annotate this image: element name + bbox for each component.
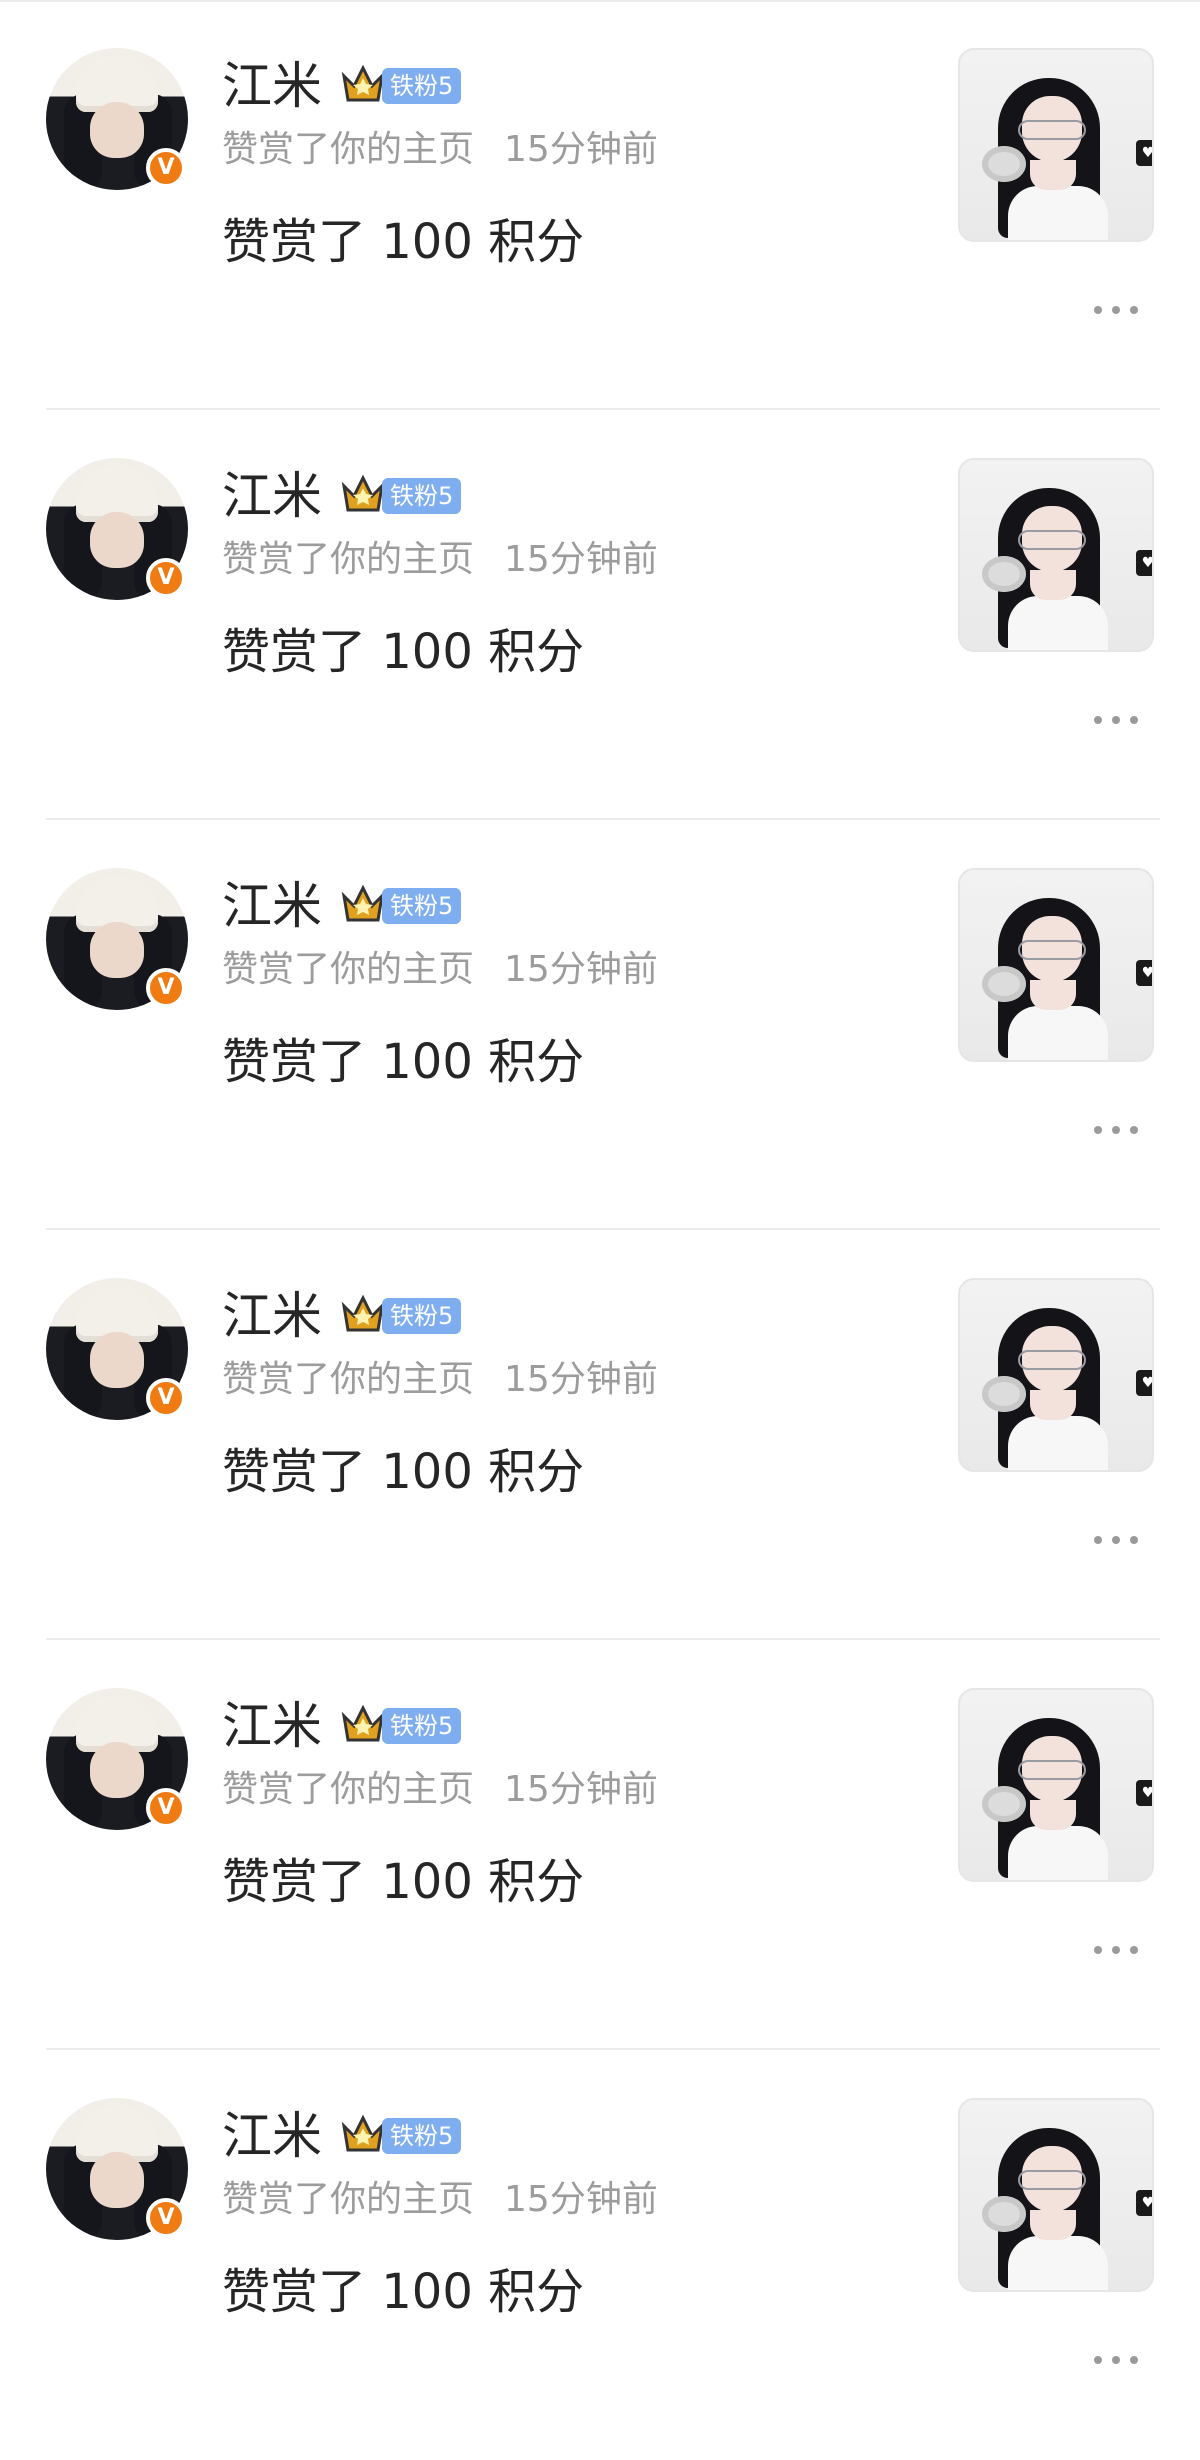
notification-meta: 赞赏了你的主页 15分钟前 bbox=[222, 1768, 658, 1812]
notification-message: 赞赏了 100 积分 bbox=[222, 1034, 585, 1090]
more-options-icon[interactable] bbox=[1092, 1122, 1140, 1138]
timestamp: 15分钟前 bbox=[504, 539, 658, 580]
action-text: 赞赏了你的主页 bbox=[222, 949, 475, 990]
verified-badge-icon: V bbox=[146, 558, 186, 598]
post-thumbnail[interactable]: ♥ bbox=[958, 48, 1154, 242]
timestamp: 15分钟前 bbox=[504, 129, 658, 170]
thumbnail-tag-icon: ♥ bbox=[1136, 960, 1152, 986]
more-options-icon[interactable] bbox=[1092, 302, 1140, 318]
verified-badge-icon: V bbox=[146, 1788, 186, 1828]
more-options-icon[interactable] bbox=[1092, 2352, 1140, 2368]
username[interactable]: 江米 bbox=[222, 56, 322, 116]
timestamp: 15分钟前 bbox=[504, 949, 658, 990]
fan-level-badge: 铁粉5 bbox=[382, 888, 462, 924]
username[interactable]: 江米 bbox=[222, 876, 322, 936]
crown-icon bbox=[341, 474, 385, 512]
verified-badge-icon: V bbox=[146, 2198, 186, 2238]
username[interactable]: 江米 bbox=[222, 1286, 322, 1346]
verified-badge-icon: V bbox=[146, 1378, 186, 1418]
action-text: 赞赏了你的主页 bbox=[222, 539, 475, 580]
verified-badge-icon: V bbox=[146, 968, 186, 1008]
username[interactable]: 江米 bbox=[222, 2106, 322, 2166]
post-thumbnail[interactable]: ♥ bbox=[958, 458, 1154, 652]
timestamp: 15分钟前 bbox=[504, 1359, 658, 1400]
thumbnail-tag-icon: ♥ bbox=[1136, 140, 1152, 166]
crown-icon bbox=[341, 2114, 385, 2152]
post-thumbnail[interactable]: ♥ bbox=[958, 2098, 1154, 2292]
username[interactable]: 江米 bbox=[222, 1696, 322, 1756]
crown-icon bbox=[341, 64, 385, 102]
notification-message: 赞赏了 100 积分 bbox=[222, 214, 585, 270]
fan-level-badge: 铁粉5 bbox=[382, 2118, 462, 2154]
post-thumbnail[interactable]: ♥ bbox=[958, 1688, 1154, 1882]
notification-item[interactable]: V 江米 铁粉5 赞赏了你的主页 15分钟前 赞赏了 100 积分 ♥ bbox=[0, 1230, 1200, 1640]
crown-icon bbox=[341, 884, 385, 922]
thumbnail-tag-icon: ♥ bbox=[1136, 2190, 1152, 2216]
crown-icon bbox=[341, 1704, 385, 1742]
fan-level-badge: 铁粉5 bbox=[382, 478, 462, 514]
notification-message: 赞赏了 100 积分 bbox=[222, 2264, 585, 2320]
timestamp: 15分钟前 bbox=[504, 2179, 658, 2220]
notification-message: 赞赏了 100 积分 bbox=[222, 1854, 585, 1910]
fan-level-badge: 铁粉5 bbox=[382, 1708, 462, 1744]
action-text: 赞赏了你的主页 bbox=[222, 1359, 475, 1400]
notification-meta: 赞赏了你的主页 15分钟前 bbox=[222, 948, 658, 992]
action-text: 赞赏了你的主页 bbox=[222, 129, 475, 170]
more-options-icon[interactable] bbox=[1092, 1532, 1140, 1548]
verified-badge-icon: V bbox=[146, 148, 186, 188]
thumbnail-tag-icon: ♥ bbox=[1136, 1370, 1152, 1396]
crown-icon bbox=[341, 1294, 385, 1332]
notification-meta: 赞赏了你的主页 15分钟前 bbox=[222, 2178, 658, 2222]
more-options-icon[interactable] bbox=[1092, 712, 1140, 728]
thumbnail-tag-icon: ♥ bbox=[1136, 1780, 1152, 1806]
notification-meta: 赞赏了你的主页 15分钟前 bbox=[222, 538, 658, 582]
timestamp: 15分钟前 bbox=[504, 1769, 658, 1810]
notification-item[interactable]: V 江米 铁粉5 赞赏了你的主页 15分钟前 赞赏了 100 积分 ♥ bbox=[0, 820, 1200, 1230]
post-thumbnail[interactable]: ♥ bbox=[958, 868, 1154, 1062]
notification-item[interactable]: V 江米 铁粉5 赞赏了你的主页 15分钟前 赞赏了 100 积分 ♥ bbox=[0, 1640, 1200, 2050]
notification-message: 赞赏了 100 积分 bbox=[222, 1444, 585, 1500]
notification-item[interactable]: V 江米 铁粉5 赞赏了你的主页 15分钟前 赞赏了 100 积分 ♥ bbox=[0, 410, 1200, 820]
more-options-icon[interactable] bbox=[1092, 1942, 1140, 1958]
fan-level-badge: 铁粉5 bbox=[382, 68, 462, 104]
notification-meta: 赞赏了你的主页 15分钟前 bbox=[222, 128, 658, 172]
action-text: 赞赏了你的主页 bbox=[222, 2179, 475, 2220]
notification-message: 赞赏了 100 积分 bbox=[222, 624, 585, 680]
notification-meta: 赞赏了你的主页 15分钟前 bbox=[222, 1358, 658, 1402]
action-text: 赞赏了你的主页 bbox=[222, 1769, 475, 1810]
notification-item[interactable]: V 江米 铁粉5 赞赏了你的主页 15分钟前 赞赏了 100 积分 ♥ bbox=[0, 2050, 1200, 2460]
username[interactable]: 江米 bbox=[222, 466, 322, 526]
post-thumbnail[interactable]: ♥ bbox=[958, 1278, 1154, 1472]
notification-item[interactable]: V 江米 铁粉5 赞赏了你的主页 15分钟前 赞赏了 100 积分 ♥ bbox=[0, 0, 1200, 410]
fan-level-badge: 铁粉5 bbox=[382, 1298, 462, 1334]
thumbnail-tag-icon: ♥ bbox=[1136, 550, 1152, 576]
